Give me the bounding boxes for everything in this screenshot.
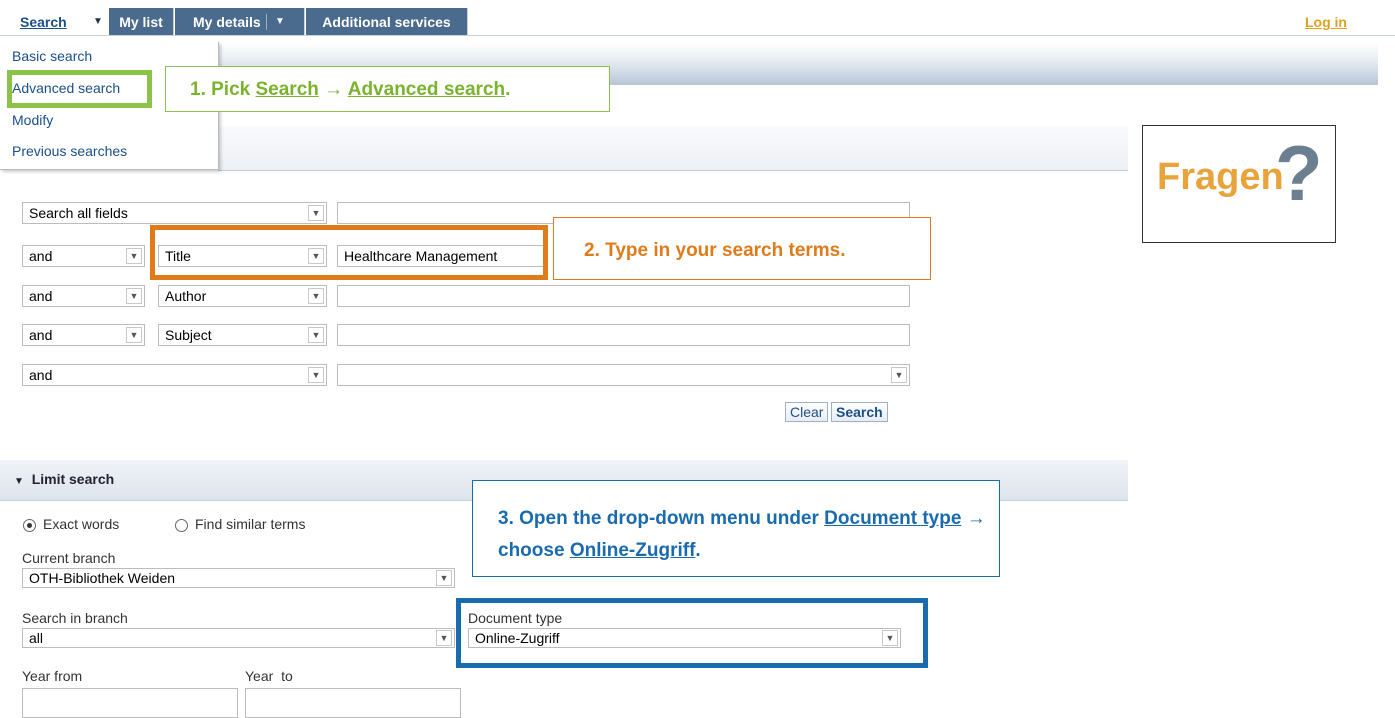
radio-exact-words-label: Exact words [43,516,120,532]
search-button[interactable]: Search [831,402,888,422]
limit-search-label: Limit search [31,471,115,487]
highlight-advanced-search [7,70,152,108]
callout-step-3: 3. Open the drop-down menu under Documen… [472,480,1000,577]
nav-divider [0,35,1395,36]
operator-select-value: and [29,327,53,343]
callout-text: choose [498,540,570,561]
callout-line-2: choose Online-Zugriff. [498,535,999,567]
callout-text: . [695,540,701,561]
login-link[interactable]: Log in [1305,8,1347,36]
operator-select[interactable]: and ▼ [22,245,145,267]
search-in-branch-value: all [29,630,44,646]
tab-search[interactable]: Search ▼ [0,8,103,36]
radio-exact-words[interactable] [23,519,36,532]
year-from-input[interactable] [22,688,238,718]
tab-my-details[interactable]: My details ▼ [175,8,305,36]
current-branch-label: Current branch [22,550,116,566]
menu-item-modify[interactable]: Modify [12,112,53,128]
current-branch-select[interactable]: OTH-Bibliothek Weiden ▼ [22,568,455,588]
chevron-down-icon[interactable]: ▼ [93,8,103,36]
operator-select-value: and [29,248,53,264]
chevron-down-icon: ▼ [126,327,142,343]
fragen-help-box[interactable]: Fragen ? [1142,125,1336,243]
field-select-value: Subject [165,327,212,343]
triangle-down-icon: ▼ [14,476,24,487]
tab-my-list[interactable]: My list [109,8,174,36]
operator-select[interactable]: and ▼ [22,324,145,346]
year-to-input[interactable] [245,688,461,718]
year-to-label: Year to [245,668,293,684]
callout-text: . [505,79,511,100]
chevron-down-icon: ▼ [308,288,324,304]
chevron-down-icon: ▼ [126,248,142,264]
menu-item-basic-search[interactable]: Basic search [12,48,92,64]
value-select[interactable]: ▼ [337,364,910,386]
chevron-down-icon: ▼ [308,367,324,383]
field-select-value: Author [165,288,207,304]
operator-select-value: and [29,288,53,304]
callout-link-advanced-search: Advanced search [347,79,506,100]
callout-line-1: 3. Open the drop-down menu under Documen… [498,503,999,535]
clear-button[interactable]: Clear [785,402,829,422]
operator-select[interactable]: and ▼ [22,285,145,307]
arrow-right-icon: → [961,508,986,529]
callout-step-2: 2. Type in your search terms. [553,217,931,280]
tab-my-details-label: My details [193,14,261,30]
field-select-value: Search all fields [29,205,128,221]
field-select[interactable]: Subject ▼ [158,324,327,346]
chevron-down-icon: ▼ [891,367,907,383]
chevron-down-icon[interactable]: ▼ [275,8,285,36]
tab-additional-services[interactable]: Additional services [306,8,468,36]
operator-select[interactable]: and ▼ [22,364,327,386]
callout-text: 3. Open the drop-down menu under [498,508,825,529]
callout-text: 1. Pick [190,79,256,100]
menu-item-previous-searches[interactable]: Previous searches [12,143,127,159]
callout-link-online-zugriff: Online-Zugriff [569,540,696,561]
field-select[interactable]: Search all fields ▼ [22,202,327,224]
chevron-down-icon: ▼ [436,630,452,646]
chevron-down-icon: ▼ [436,570,452,586]
tab-separator [266,14,267,30]
limit-search-title: ▼ Limit search [14,471,114,487]
radio-find-similar[interactable] [175,519,188,532]
search-in-branch-label: Search in branch [22,610,128,626]
field-select[interactable]: Author ▼ [158,285,327,307]
question-mark-icon: ? [1275,129,1323,217]
current-branch-value: OTH-Bibliothek Weiden [29,570,176,586]
year-from-label: Year from [22,668,83,684]
operator-select-value: and [29,367,53,383]
fragen-label: Fragen [1157,156,1284,198]
arrow-right-icon: → [318,79,348,100]
section-header-bar [218,126,1128,171]
tab-search-label: Search [20,14,67,30]
callout-link-search: Search [255,79,319,100]
radio-find-similar-label: Find similar terms [195,516,306,532]
highlight-search-terms [150,225,548,280]
chevron-down-icon: ▼ [126,288,142,304]
search-term-input[interactable] [337,285,910,307]
callout-step-1: 1. Pick Search → Advanced search. [165,66,610,112]
search-term-input[interactable] [337,324,910,346]
chevron-down-icon: ▼ [308,327,324,343]
callout-link-document-type: Document type [824,508,962,529]
highlight-document-type [456,598,928,668]
chevron-down-icon: ▼ [308,205,324,221]
search-in-branch-select[interactable]: all ▼ [22,628,455,648]
